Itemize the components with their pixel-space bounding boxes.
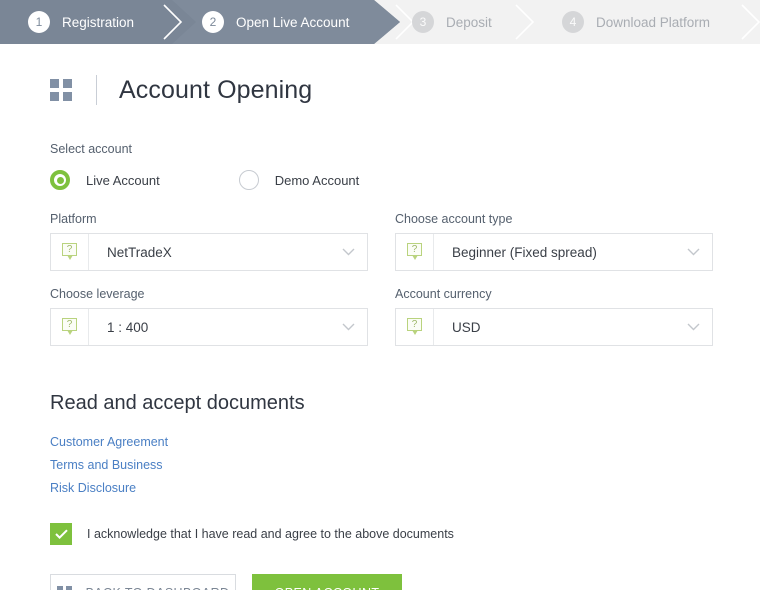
question-tooltip-icon: ? [407,318,422,336]
open-account-label: OPEN ACCOUNT [275,586,380,590]
acknowledge-checkbox[interactable] [50,523,72,545]
platform-help-button[interactable]: ? [51,234,89,270]
field-platform-label: Platform [50,212,368,226]
field-leverage-label: Choose leverage [50,287,368,301]
field-account-currency-label: Account currency [395,287,713,301]
step-label: Download Platform [596,15,710,30]
account-currency-help-button[interactable]: ? [396,309,434,345]
grid-icon-cell [50,92,59,101]
step-open-live-account[interactable]: 2 Open Live Account [202,0,349,44]
chevron-down-icon[interactable] [674,234,712,270]
select-account-type-value: Beginner (Fixed spread) [434,234,674,270]
field-account-type-label: Choose account type [395,212,713,226]
leverage-help-button[interactable]: ? [51,309,89,345]
select-account-label: Select account [50,142,760,156]
select-account-currency-value: USD [434,309,674,345]
chevron-down-icon[interactable] [674,309,712,345]
radio-live-account[interactable]: Live Account [50,170,160,190]
link-risk-disclosure[interactable]: Risk Disclosure [50,481,136,495]
chevron-down-icon[interactable] [329,309,367,345]
open-account-button[interactable]: OPEN ACCOUNT [252,574,402,590]
link-customer-agreement[interactable]: Customer Agreement [50,435,168,449]
question-tooltip-icon: ? [62,243,77,261]
field-account-type: Choose account type ? Beginner (Fixed sp… [395,212,713,271]
page-title: Account Opening [119,76,312,105]
documents-heading: Read and accept documents [50,392,760,415]
step-label: Deposit [446,15,492,30]
documents-link-list: Customer Agreement Terms and Business Ri… [50,435,760,495]
radio-live-account-label: Live Account [86,173,160,188]
grid-icon-cell [50,79,59,88]
grid-icon [50,79,72,101]
radio-live-account-control[interactable] [50,170,70,190]
step-download-platform[interactable]: 4 Download Platform [562,0,710,44]
grid-icon-cell [63,92,72,101]
radio-demo-account[interactable]: Demo Account [239,170,360,190]
grid-icon-cell [66,586,72,590]
grid-icon-cell [57,586,63,590]
title-divider [96,75,97,105]
link-terms-and-business[interactable]: Terms and Business [50,458,163,472]
back-to-dashboard-button[interactable]: BACK TO DASHBOARD [50,574,236,590]
field-account-currency: Account currency ? USD [395,287,713,346]
chevron-down-icon[interactable] [329,234,367,270]
account-type-help-button[interactable]: ? [396,234,434,270]
step-separator-icon-3 [512,0,538,44]
step-number-badge: 4 [562,11,584,33]
field-leverage: Choose leverage ? 1 : 400 [50,287,368,346]
step-number-badge: 1 [28,11,50,33]
step-number-badge: 2 [202,11,224,33]
select-platform-value: NetTradeX [89,234,329,270]
question-tooltip-icon: ? [62,318,77,336]
step-separator-icon-4 [738,0,760,44]
question-tooltip-icon: ? [407,243,422,261]
back-to-dashboard-label: BACK TO DASHBOARD [86,586,230,590]
select-account-type[interactable]: ? Beginner (Fixed spread) [395,233,713,271]
select-platform[interactable]: ? NetTradeX [50,233,368,271]
account-opening-page: Account Opening Select account Live Acco… [0,66,760,590]
radio-demo-account-control[interactable] [239,170,259,190]
form-actions: BACK TO DASHBOARD OPEN ACCOUNT [50,574,760,590]
grid-icon-cell [63,79,72,88]
step-deposit[interactable]: 3 Deposit [412,0,492,44]
acknowledge-label: I acknowledge that I have read and agree… [87,527,454,541]
select-leverage[interactable]: ? 1 : 400 [50,308,368,346]
select-account-currency[interactable]: ? USD [395,308,713,346]
step-registration[interactable]: 1 Registration [28,0,134,44]
check-icon [55,529,68,539]
progress-stepbar: 1 Registration 2 Open Live Account 3 Dep… [0,0,760,44]
step-label: Open Live Account [236,15,349,30]
acknowledge-row: I acknowledge that I have read and agree… [50,523,760,545]
account-type-radio-group: Live Account Demo Account [50,170,760,190]
field-platform: Platform ? NetTradeX [50,212,368,271]
select-leverage-value: 1 : 400 [89,309,329,345]
step-label: Registration [62,15,134,30]
radio-demo-account-label: Demo Account [275,173,360,188]
step-number-badge: 3 [412,11,434,33]
page-header: Account Opening [50,66,760,114]
grid-icon [57,586,72,590]
account-settings-form: Platform ? NetTradeX Choose account type [50,212,760,362]
